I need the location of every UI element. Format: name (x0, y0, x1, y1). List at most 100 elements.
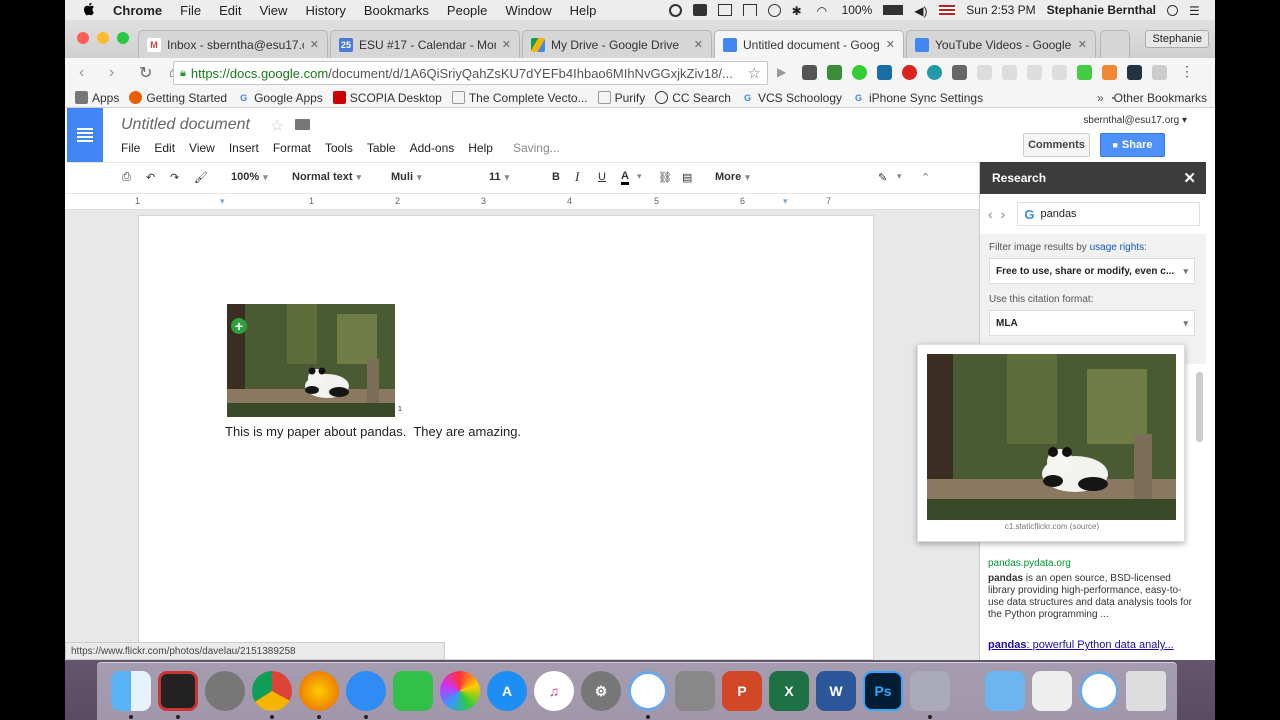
calculator-icon[interactable] (675, 671, 715, 711)
research-search-input[interactable]: G pandas (1017, 202, 1200, 226)
close-tab-icon[interactable]: ✕ (310, 38, 319, 51)
document-body-text[interactable]: This is my paper about pandas. They are … (225, 424, 521, 439)
menubar-view[interactable]: View (259, 3, 287, 18)
wifi-icon[interactable]: ◠ (817, 4, 831, 18)
creative-cloud-icon[interactable] (668, 3, 682, 17)
launchpad-icon[interactable] (205, 671, 245, 711)
facetime-icon[interactable] (393, 671, 433, 711)
app-store-icon[interactable]: A (487, 671, 527, 711)
battery-icon[interactable] (883, 5, 904, 15)
usage-rights-select[interactable]: Free to use, share or modify, even c... (989, 258, 1195, 284)
menubar-people[interactable]: People (447, 3, 487, 18)
new-tab-button[interactable] (1100, 30, 1130, 58)
panda-image[interactable] (227, 304, 395, 417)
menubar-history[interactable]: History (305, 3, 345, 18)
comments-button[interactable]: Comments (1023, 133, 1090, 157)
preview-caption[interactable]: c1.staticflickr.com (source) (918, 522, 1186, 531)
extension-green-icon[interactable] (1077, 65, 1092, 80)
spotlight-icon[interactable] (1167, 4, 1178, 16)
indent-marker-icon[interactable]: ▾ (783, 196, 788, 207)
forward-arrow-icon[interactable]: › (1001, 206, 1006, 222)
tab-youtube-videos[interactable]: YouTube Videos - Google D ✕ (906, 30, 1096, 58)
extension-dark-icon[interactable] (1127, 65, 1142, 80)
indent-marker-icon[interactable]: ▾ (220, 196, 225, 207)
screenshot-stack-icon[interactable] (1079, 671, 1119, 711)
extension-orange-icon[interactable] (1102, 65, 1117, 80)
bookmark-google-apps[interactable]: G Google Apps (237, 91, 323, 105)
airplay-icon[interactable] (742, 4, 757, 16)
other-bookmarks[interactable]: » Other Bookmarks (1097, 91, 1207, 105)
extension-gray3-icon[interactable] (1027, 65, 1042, 80)
close-window-button[interactable] (77, 32, 89, 44)
bookmark-apps[interactable]: Apps (75, 91, 119, 105)
back-icon[interactable]: ‹ (79, 64, 95, 82)
excel-icon[interactable]: X (769, 671, 809, 711)
zoom-select[interactable]: 100% (231, 171, 268, 183)
extension-play-icon[interactable]: ▶ (777, 65, 792, 80)
chrome-icon[interactable] (252, 671, 292, 711)
docs-home-icon[interactable] (67, 108, 103, 162)
citation-format-select[interactable]: MLA (989, 310, 1195, 336)
chevron-down-icon[interactable]: ▾ (637, 171, 642, 182)
star-icon[interactable]: ☆ (270, 116, 284, 136)
tab-untitled-document[interactable]: Untitled document - Googl ✕ (714, 30, 904, 58)
menu-view[interactable]: View (189, 141, 215, 155)
extension-gray2-icon[interactable] (1002, 65, 1017, 80)
minimize-window-button[interactable] (97, 32, 109, 44)
tab-calendar[interactable]: 25 ESU #17 - Calendar - Mont ✕ (330, 30, 520, 58)
extension-teal-icon[interactable] (927, 65, 942, 80)
downloads-folder-icon[interactable] (985, 671, 1025, 711)
bookmark-cc-search[interactable]: CC Search (655, 91, 731, 105)
extension-k-icon[interactable] (1152, 65, 1167, 80)
menu-table[interactable]: Table (367, 141, 396, 155)
screenshot-icon[interactable] (628, 671, 668, 711)
bookmark-getting-started[interactable]: Getting Started (129, 91, 227, 105)
chevron-double-icon[interactable]: » (1097, 91, 1104, 105)
system-preferences-icon[interactable]: ⚙ (581, 671, 621, 711)
bookmark-iphone-sync[interactable]: GiPhone Sync Settings (852, 91, 983, 105)
word-icon[interactable]: W (816, 671, 856, 711)
menubar-file[interactable]: File (180, 3, 201, 18)
document-title[interactable]: Untitled document (121, 116, 250, 134)
tab-drive[interactable]: My Drive - Google Drive ✕ (522, 30, 712, 58)
result-link[interactable]: pandas: powerful Python data analy... (988, 639, 1174, 651)
bookmark-complete-vector[interactable]: The Complete Vecto... (451, 91, 588, 105)
panda-preview-image[interactable] (927, 354, 1176, 520)
italic-button[interactable]: I (575, 169, 579, 185)
photo-booth-icon[interactable] (158, 671, 198, 711)
close-tab-icon[interactable]: ✕ (886, 38, 895, 51)
preview-icon[interactable] (910, 671, 950, 711)
forward-icon[interactable]: › (109, 64, 125, 82)
menubar-bookmarks[interactable]: Bookmarks (364, 3, 429, 18)
close-tab-icon[interactable]: ✕ (1078, 38, 1087, 51)
zoom-window-button[interactable] (117, 32, 129, 44)
menubar-app-name[interactable]: Chrome (113, 3, 162, 18)
menu-file[interactable]: File (121, 141, 140, 155)
bookmark-star-icon[interactable]: ☆ (748, 64, 761, 82)
trash-icon[interactable] (1126, 671, 1166, 711)
share-button[interactable]: ■ Share (1100, 133, 1165, 157)
screen-share-icon[interactable] (692, 4, 707, 16)
menu-tools[interactable]: Tools (325, 141, 353, 155)
image-preview-popup[interactable]: c1.staticflickr.com (source) (917, 344, 1185, 542)
menubar-user[interactable]: Stephanie Bernthal (1047, 3, 1156, 17)
display-icon[interactable] (717, 4, 732, 16)
paint-format-icon[interactable]: 🖌︎ (194, 171, 208, 184)
research-scrollbar[interactable] (1196, 372, 1203, 442)
link-icon[interactable]: ⛓︎ (658, 171, 672, 184)
finder-icon[interactable] (111, 671, 151, 711)
address-bar[interactable]: 🔒︎ https://docs.google.com /document/d/1… (173, 61, 768, 85)
font-select[interactable]: Muli (391, 171, 466, 183)
menu-edit[interactable]: Edit (154, 141, 175, 155)
chevron-down-icon[interactable]: ▾ (897, 171, 902, 182)
powerpoint-icon[interactable]: P (722, 671, 762, 711)
notification-center-icon[interactable]: ☰ (1189, 4, 1203, 18)
menubar-clock[interactable]: Sun 2:53 PM (966, 3, 1035, 17)
bookmark-vcs-schoology[interactable]: G VCS Schoology (741, 91, 842, 105)
redo-icon[interactable]: ↷ (170, 171, 179, 184)
close-tab-icon[interactable]: ✕ (694, 38, 703, 51)
extension-gray4-icon[interactable] (1052, 65, 1067, 80)
bluetooth-icon[interactable]: ✱ (792, 4, 806, 18)
tab-gmail[interactable]: M Inbox - sberntha@esu17.o ✕ (138, 30, 328, 58)
menu-add-ons[interactable]: Add-ons (410, 141, 455, 155)
